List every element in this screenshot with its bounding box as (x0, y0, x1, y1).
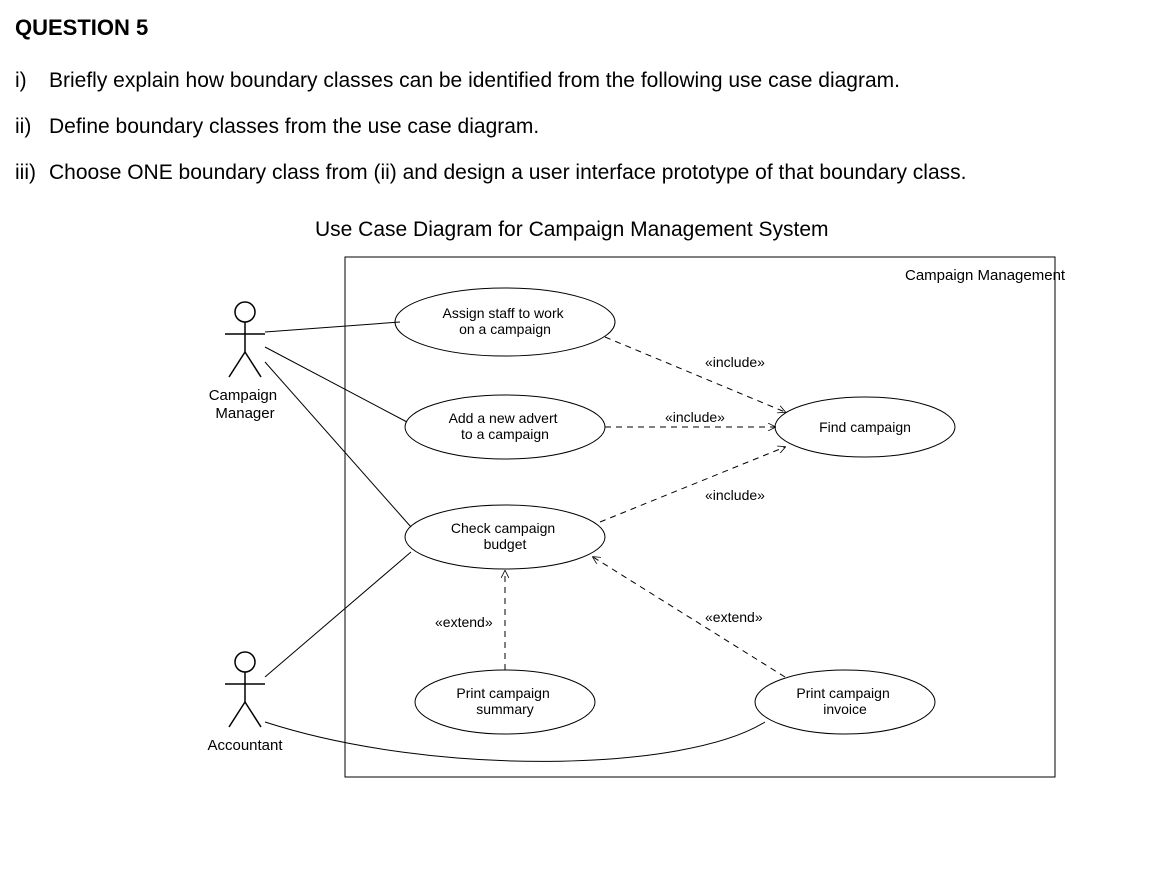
svg-text:Assign staff to work o: Assign staff to work on a campaign (442, 305, 567, 337)
include-label: «include» (665, 409, 725, 425)
usecase-find-campaign: Find campaign (775, 397, 955, 457)
question-number: iii) (15, 153, 49, 193)
svg-text:Find campaign: Find campaign (819, 419, 911, 435)
actor-campaign-manager: Campaign Manager (209, 302, 282, 422)
usecase-diagram: Use Case Diagram for Campaign Management… (185, 218, 1154, 782)
diagram-title: Use Case Diagram for Campaign Management… (315, 218, 1154, 242)
include-arrow (605, 337, 785, 412)
question-text: Define boundary classes from the use cas… (49, 107, 1154, 147)
usecase-print-summary: Print campaign summary (415, 670, 595, 734)
assoc-line (265, 552, 411, 677)
question-item: ii) Define boundary classes from the use… (15, 107, 1154, 147)
question-text: Choose ONE boundary class from (ii) and … (49, 153, 1154, 193)
question-title: QUESTION 5 (15, 15, 1154, 41)
include-arrow (600, 447, 785, 522)
include-label: «include» (705, 487, 765, 503)
assoc-line (265, 362, 411, 527)
question-item: iii) Choose ONE boundary class from (ii)… (15, 153, 1154, 193)
actor-label: Campaign Manager (209, 387, 282, 422)
include-label: «include» (705, 354, 765, 370)
usecase-check-budget: Check campaign budget (405, 505, 605, 569)
question-text: Briefly explain how boundary classes can… (49, 61, 1154, 101)
system-label: Campaign Management (905, 267, 1065, 284)
extend-label: «extend» (435, 614, 493, 630)
question-list: i) Briefly explain how boundary classes … (15, 61, 1154, 193)
diagram-svg: Campaign Management Campaign Manager Acc… (185, 252, 1065, 782)
actor-label: Accountant (207, 737, 283, 754)
assoc-line (265, 322, 400, 332)
extend-label: «extend» (705, 609, 763, 625)
usecase-print-invoice: Print campaign invoice (755, 670, 935, 734)
svg-text:Add a new advert to a: Add a new advert to a campaign (449, 410, 562, 442)
usecase-assign-staff: Assign staff to work on a campaign (395, 288, 615, 356)
assoc-line (265, 347, 407, 422)
question-item: i) Briefly explain how boundary classes … (15, 61, 1154, 101)
question-number: ii) (15, 107, 49, 147)
actor-accountant: Accountant (207, 652, 283, 754)
usecase-add-advert: Add a new advert to a campaign (405, 395, 605, 459)
question-number: i) (15, 61, 49, 101)
